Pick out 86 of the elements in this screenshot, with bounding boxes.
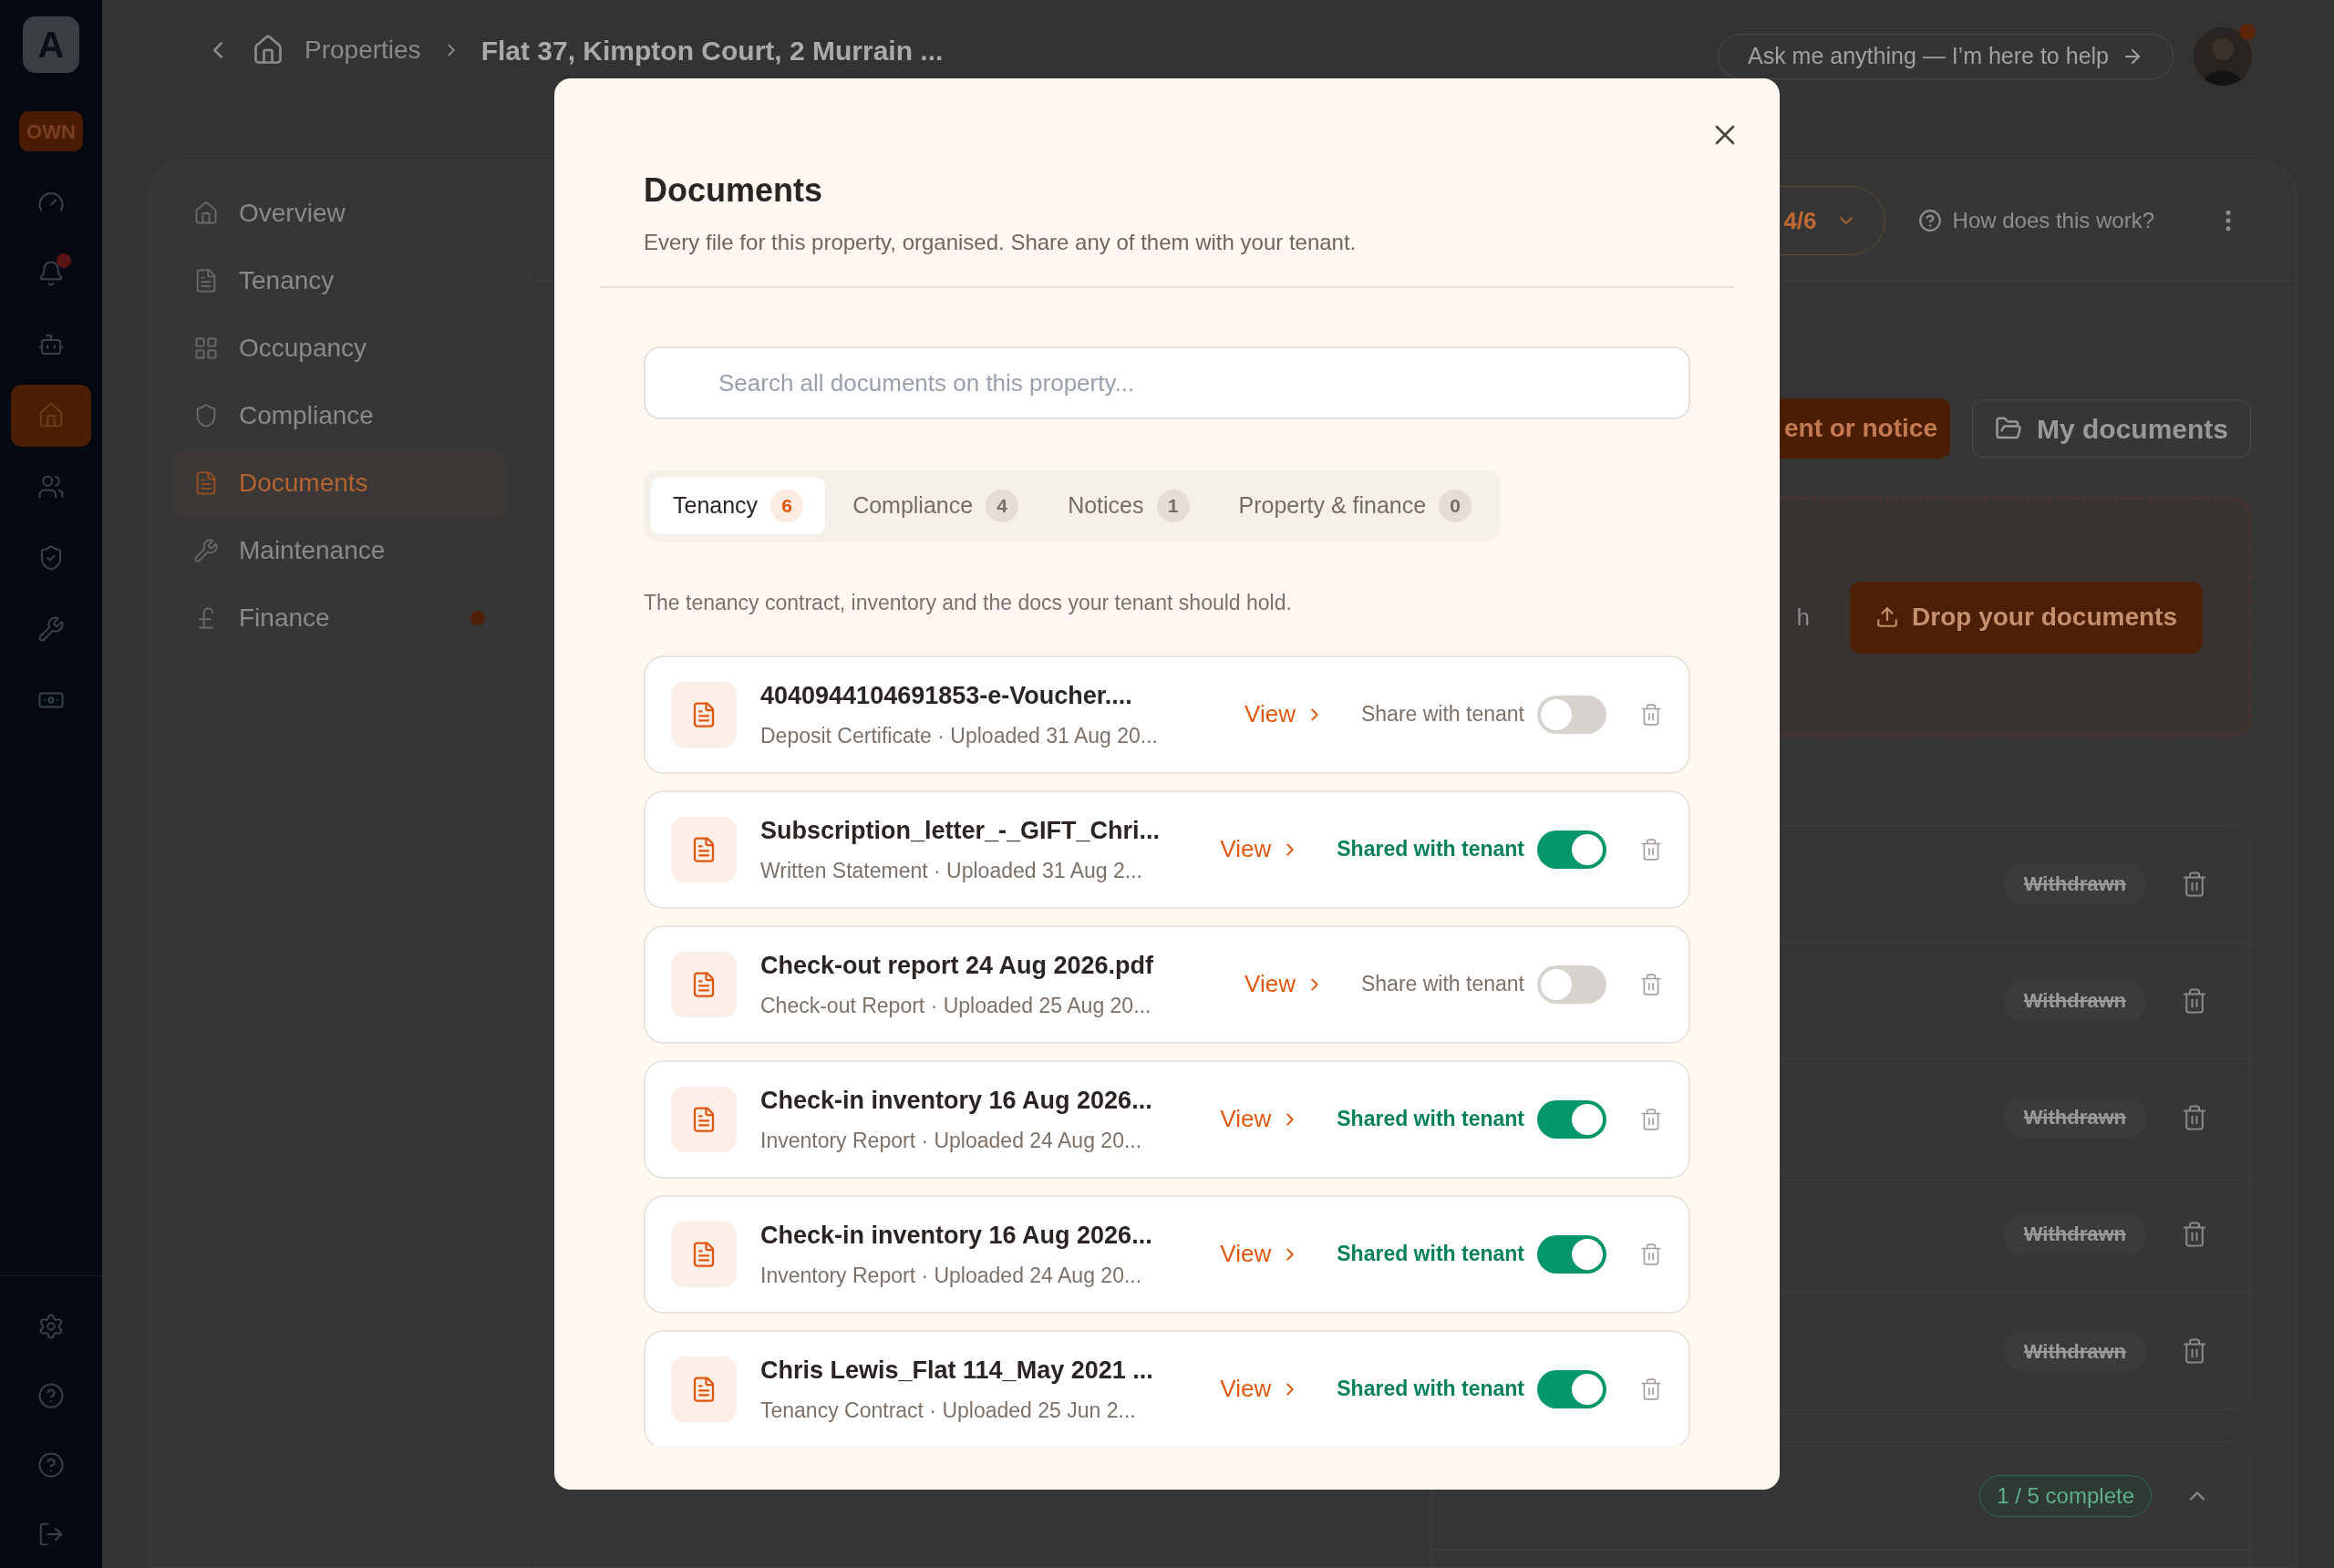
dialog-subtitle: Every file for this property, organised. Share any of them with your tenant. (644, 229, 1358, 256)
my-documents-button[interactable]: My documents (1971, 399, 2251, 458)
delete-icon[interactable] (1639, 837, 1663, 861)
nav-item[interactable]: Maintenance (171, 517, 507, 584)
share-label: Share with tenant (1361, 971, 1524, 998)
share-toggle[interactable] (1537, 1099, 1606, 1139)
rail-item[interactable] (11, 385, 91, 447)
assistant-button[interactable]: Ask me anything — I’m here to help (1717, 34, 2174, 79)
nav-item[interactable]: Compliance (171, 382, 507, 449)
dialog-title: Documents (644, 170, 824, 211)
share-label: Shared with tenant (1337, 1106, 1524, 1133)
share-toggle[interactable] (1537, 965, 1606, 1004)
withdrawn-status: Withdrawn (2003, 1096, 2146, 1139)
share-label: Shared with tenant (1337, 1376, 1524, 1403)
document-name: Subscription_letter_-_GIFT_Chri... (760, 816, 1162, 846)
view-link[interactable]: View (1220, 1236, 1301, 1272)
nav-item[interactable]: Tenancy (171, 247, 507, 315)
count-badge: 4 (986, 490, 1019, 522)
document-meta: Check-out Report · Uploaded 25 Aug 20... (760, 992, 1152, 1019)
document-meta: Deposit Certificate · Uploaded 31 Aug 20... (760, 722, 1159, 749)
delete-icon[interactable] (1639, 1242, 1663, 1266)
document-meta: Tenancy Contract · Uploaded 25 Jun 2... (760, 1397, 1137, 1424)
share-label: Shared with tenant (1337, 1241, 1524, 1268)
category-description: The tenancy contract, inventory and the docs your tenant should hold. (644, 590, 1293, 616)
bell-icon (37, 260, 65, 287)
delete-icon[interactable] (1639, 1107, 1663, 1131)
document-name: Check-out report 24 Aug 2026.pdf (760, 951, 1155, 981)
delete-icon[interactable] (1639, 702, 1663, 727)
view-link[interactable]: View (1220, 1101, 1301, 1137)
share-label: Shared with tenant (1337, 836, 1524, 863)
share-toggle[interactable] (1537, 1369, 1606, 1408)
trash-icon[interactable] (2181, 1103, 2208, 1131)
help-link[interactable]: How does this work? (1917, 204, 2154, 237)
settings-icon[interactable] (37, 1313, 65, 1340)
category-tab[interactable]: Compliance 4 (831, 478, 1041, 534)
withdrawn-status: Withdrawn (2003, 1212, 2146, 1255)
document-meta: Inventory Report · Uploaded 24 Aug 20... (760, 1127, 1143, 1154)
share-toggle[interactable] (1537, 1234, 1606, 1274)
help-icon (1917, 209, 1942, 232)
document-name: Chris Lewis_Flat 114_May 2021 ... (760, 1356, 1154, 1386)
search-field[interactable]: Search all documents on this property... (644, 346, 1690, 419)
trash-icon[interactable] (2181, 1337, 2208, 1365)
trash-icon[interactable] (2181, 870, 2208, 898)
home-icon[interactable] (252, 34, 284, 67)
document-meta: Written Statement · Uploaded 31 Aug 2... (760, 857, 1143, 884)
count-badge: 1 (1156, 490, 1190, 522)
view-link[interactable]: View (1220, 831, 1301, 867)
help-icon[interactable] (37, 1451, 65, 1479)
category-tab[interactable]: Notices 1 (1046, 478, 1212, 534)
view-link[interactable]: View (1244, 696, 1325, 732)
drop-documents-button[interactable]: Drop your documents (1850, 581, 2203, 654)
completion-status: 1 / 5 complete (1979, 1474, 2152, 1517)
home-icon (37, 402, 65, 429)
logout-icon[interactable] (37, 1521, 65, 1548)
document-name: Check-in inventory 16 Aug 2026... (760, 1221, 1153, 1251)
share-toggle[interactable] (1537, 695, 1606, 734)
grid-icon (193, 335, 219, 361)
share-toggle[interactable] (1537, 830, 1606, 869)
document-name: 4040944104691853-e-Voucher.... (760, 681, 1133, 711)
view-link[interactable]: View (1244, 966, 1325, 1002)
delete-icon[interactable] (1639, 972, 1663, 996)
breadcrumb-link[interactable]: Properties (305, 31, 421, 69)
help-icon[interactable] (37, 1382, 65, 1409)
view-link[interactable]: View (1220, 1371, 1301, 1407)
users-icon (37, 473, 65, 500)
nav-item[interactable]: Overview (171, 180, 507, 247)
count-badge: 0 (1439, 490, 1472, 522)
trash-icon[interactable] (2181, 1220, 2208, 1248)
home-icon (193, 201, 219, 226)
nav-item[interactable]: Occupancy (171, 315, 507, 382)
withdrawn-status: Withdrawn (2003, 1330, 2146, 1372)
dropzone-text: h (1796, 602, 1811, 633)
trash-icon[interactable] (2181, 986, 2208, 1015)
withdrawn-status: Withdrawn (2003, 979, 2146, 1022)
withdrawn-status: Withdrawn (2003, 862, 2146, 905)
document-meta: Inventory Report · Uploaded 24 Aug 20... (760, 1262, 1143, 1289)
wrench-icon (193, 538, 219, 563)
document-name: Check-in inventory 16 Aug 2026... (760, 1086, 1153, 1116)
nav-item[interactable]: Documents (171, 449, 507, 517)
category-tab[interactable]: Tenancy 6 (651, 478, 826, 534)
wrench-icon (37, 615, 65, 643)
count-badge: 6 (770, 490, 804, 522)
breadcrumb-current: Flat 37, Kimpton Court, 2 Murrain ... (480, 34, 944, 67)
delete-icon[interactable] (1639, 1377, 1663, 1401)
nav-item[interactable]: Finance (171, 584, 507, 652)
upload-icon (1875, 605, 1900, 629)
